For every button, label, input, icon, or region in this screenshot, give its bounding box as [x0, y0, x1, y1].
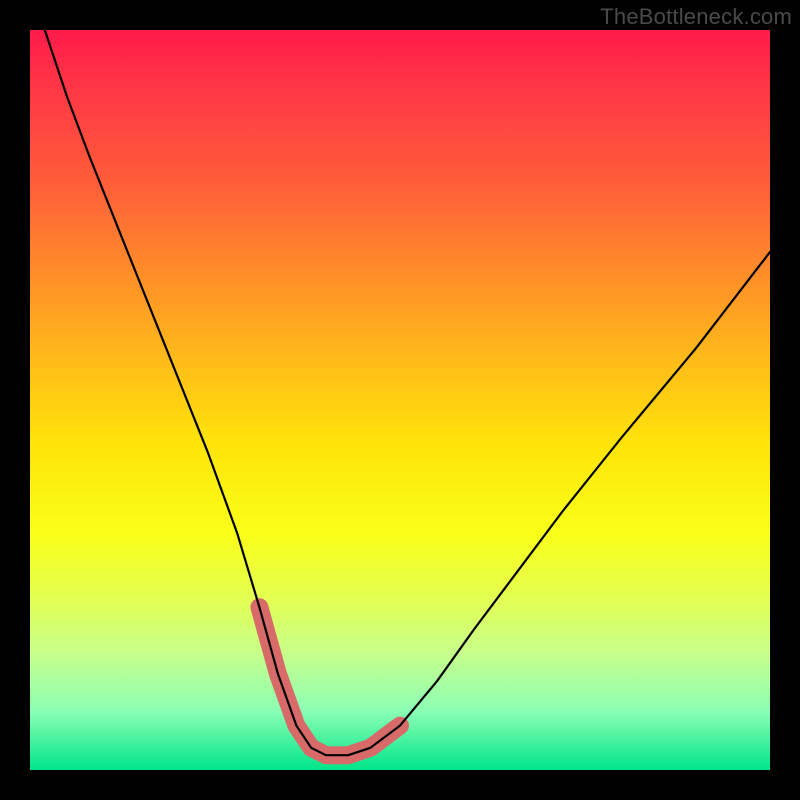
chart-plot-area — [30, 30, 770, 770]
watermark-text: TheBottleneck.com — [600, 4, 792, 30]
chart-svg — [30, 30, 770, 770]
bottleneck-curve-line — [45, 30, 770, 755]
chart-frame: TheBottleneck.com — [0, 0, 800, 800]
